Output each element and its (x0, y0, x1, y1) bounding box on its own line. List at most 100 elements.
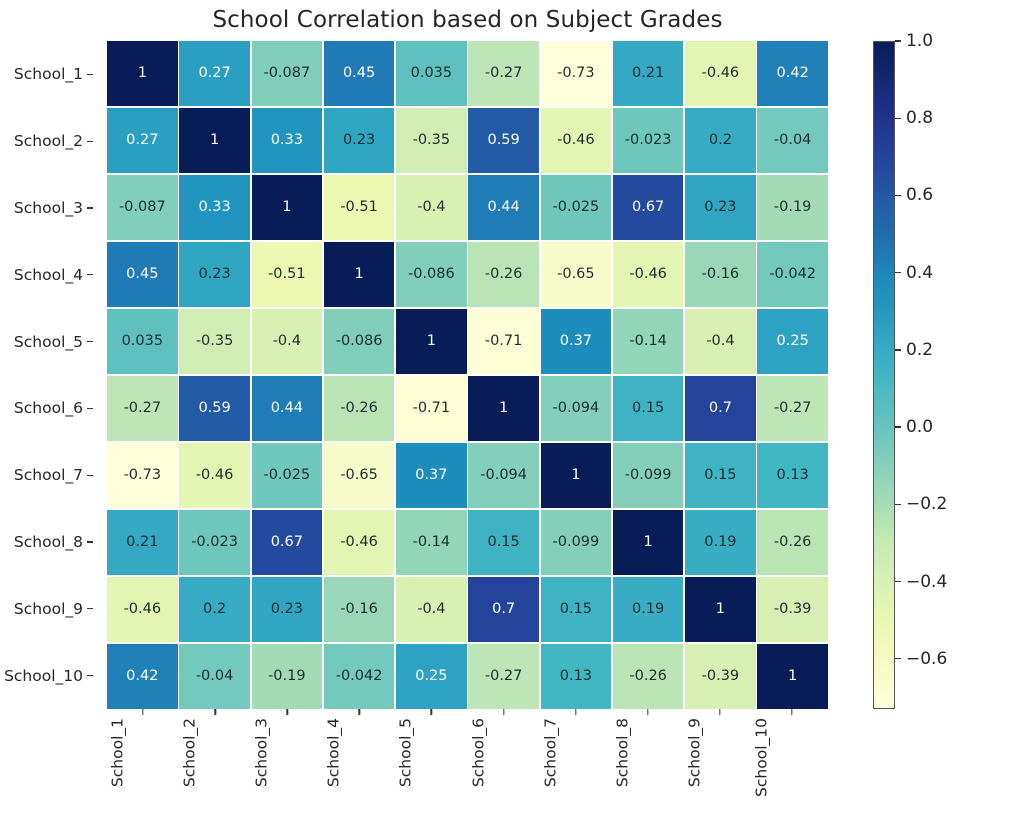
heatmap-cell-value: -0.025 (263, 467, 311, 484)
y-axis-tick-mark (87, 73, 93, 76)
heatmap-cell: 0.21 (107, 509, 178, 576)
y-axis-tick-school_3: School_3 (0, 175, 95, 242)
heatmap-cell: 0.13 (757, 442, 828, 509)
heatmap-cell: 0.44 (251, 375, 323, 442)
heatmap-cell: 0.59 (179, 375, 250, 442)
heatmap-cell: -0.27 (107, 375, 178, 442)
heatmap-cell: -0.087 (107, 174, 178, 241)
heatmap-cell-value: 1 (643, 534, 653, 551)
heatmap-cell: -0.26 (323, 375, 395, 442)
heatmap-cell-value: 0.15 (631, 400, 665, 417)
heatmap-cell: 0.59 (468, 107, 539, 174)
heatmap-cell: -0.65 (323, 442, 395, 509)
x-axis-tick-label: School_9 (685, 718, 704, 788)
heatmap-cell: -0.51 (251, 241, 323, 308)
heatmap-cell: 0.7 (468, 576, 539, 643)
heatmap-cell-value: -0.19 (773, 199, 812, 216)
heatmap-cell-value: -0.042 (769, 266, 817, 283)
y-axis-tick-mark (87, 541, 93, 543)
heatmap-cell-value: 0.19 (704, 534, 737, 551)
heatmap-cell: 0.37 (396, 442, 467, 509)
heatmap-cell: 0.23 (323, 107, 395, 174)
heatmap-cell-value: 0.25 (415, 668, 448, 685)
heatmap-cell: 0.035 (107, 308, 178, 375)
heatmap-cell-value: 0.67 (631, 199, 665, 216)
heatmap-cell-value: 1 (426, 333, 436, 350)
heatmap-cell-value: 1 (788, 668, 798, 685)
colorbar-tick-label: 0.6 (906, 185, 934, 206)
colorbar-tick-label: 0.8 (906, 108, 934, 129)
heatmap-cell: -0.16 (685, 241, 756, 308)
heatmap-cell: -0.025 (251, 442, 323, 509)
heatmap-cell-value: -0.26 (773, 534, 812, 551)
heatmap-cell: 0.13 (540, 643, 612, 709)
heatmap-cell-value: 0.33 (270, 132, 303, 149)
heatmap-cell-value: 1 (571, 467, 581, 484)
colorbar-gradient (874, 42, 894, 708)
heatmap-cell: 0.21 (612, 41, 684, 107)
heatmap-cell-value: 0.13 (776, 467, 809, 484)
heatmap-cell: -0.042 (323, 643, 395, 709)
x-axis-tick-school_10: School_10 (752, 709, 828, 819)
x-axis-tick-mark (142, 709, 144, 715)
y-axis-tick-label: School_1 (13, 65, 83, 84)
y-axis-tick-mark (87, 207, 93, 209)
heatmap-cell-value: -0.35 (412, 132, 451, 149)
y-axis-tick-label: School_6 (13, 399, 83, 418)
y-axis-tick-school_8: School_8 (0, 509, 95, 576)
heatmap-cell-value: -0.14 (629, 333, 667, 350)
y-axis-tick-label: School_4 (13, 265, 83, 284)
heatmap-cell-value: 0.23 (198, 266, 231, 283)
heatmap-cell: -0.46 (540, 107, 612, 174)
heatmap-figure: School Correlation based on Subject Grad… (0, 0, 1024, 819)
heatmap-cell-value: -0.65 (340, 467, 378, 484)
heatmap-cell-value: 0.2 (203, 601, 227, 618)
heatmap-cell-value: -0.4 (417, 601, 446, 618)
heatmap-cell: 0.15 (612, 375, 684, 442)
heatmap-cell-value: -0.46 (195, 467, 234, 484)
colorbar-tick: 0.8 (895, 108, 933, 128)
heatmap-cell-value: 0.44 (487, 199, 520, 216)
x-axis-tick-mark (647, 709, 649, 715)
heatmap-cell: 0.33 (251, 107, 323, 174)
heatmap-cell-value: 0.23 (342, 132, 376, 149)
heatmap-cell-value: 0.42 (126, 668, 159, 685)
heatmap-cell: 1 (468, 375, 539, 442)
heatmap-cell-value: 0.7 (492, 601, 516, 618)
heatmap-cell: 0.15 (540, 576, 612, 643)
x-axis-tick-mark (719, 709, 721, 715)
heatmap-cell: -0.04 (179, 643, 250, 709)
heatmap-cell-value: 0.13 (559, 668, 593, 685)
heatmap-cell: 0.035 (396, 41, 467, 107)
heatmap-cell-value: -0.04 (195, 668, 234, 685)
heatmap-cell-value: 0.67 (270, 534, 303, 551)
heatmap-cell: -0.16 (323, 576, 395, 643)
x-axis-tick-school_2: School_2 (179, 709, 251, 819)
x-axis-tick-label: School_3 (252, 718, 271, 788)
colorbar-tick-label: −0.2 (906, 494, 948, 515)
x-axis-tick-label: School_5 (396, 718, 415, 788)
heatmap-cell-value: 0.59 (487, 132, 520, 149)
x-axis-tick-label: School_10 (752, 718, 771, 797)
heatmap-cell: 1 (685, 576, 756, 643)
x-axis-tick-mark (430, 709, 433, 715)
heatmap-cell-value: 0.15 (704, 467, 737, 484)
heatmap-cell: 0.45 (107, 241, 178, 308)
x-axis-tick-mark (574, 709, 577, 715)
heatmap-grid: 1 0.27 -0.087 0.45 0.035 -0.27 -0.73 0.21 -0.46 0… (107, 41, 828, 709)
heatmap-cell-value: -0.71 (412, 400, 451, 417)
x-axis-tick-labels: School_1 School_2 School_3 School_4 School_5… (107, 709, 828, 819)
y-axis-tick-mark (87, 674, 93, 677)
heatmap-cell-value: -0.023 (191, 534, 238, 551)
x-axis-tick-mark (358, 709, 361, 715)
heatmap-cell: 0.15 (468, 509, 539, 576)
heatmap-cell-value: 1 (209, 132, 220, 149)
heatmap-cell: -0.35 (179, 308, 250, 375)
heatmap-cell: 0.2 (685, 107, 756, 174)
heatmap-cell: 0.67 (251, 509, 323, 576)
colorbar-tick-mark (895, 503, 901, 506)
heatmap-cell-value: -0.46 (557, 132, 595, 149)
x-axis-tick-label: School_8 (613, 718, 632, 788)
heatmap-cell: 1 (757, 643, 828, 709)
heatmap-cell-value: -0.025 (552, 199, 600, 216)
